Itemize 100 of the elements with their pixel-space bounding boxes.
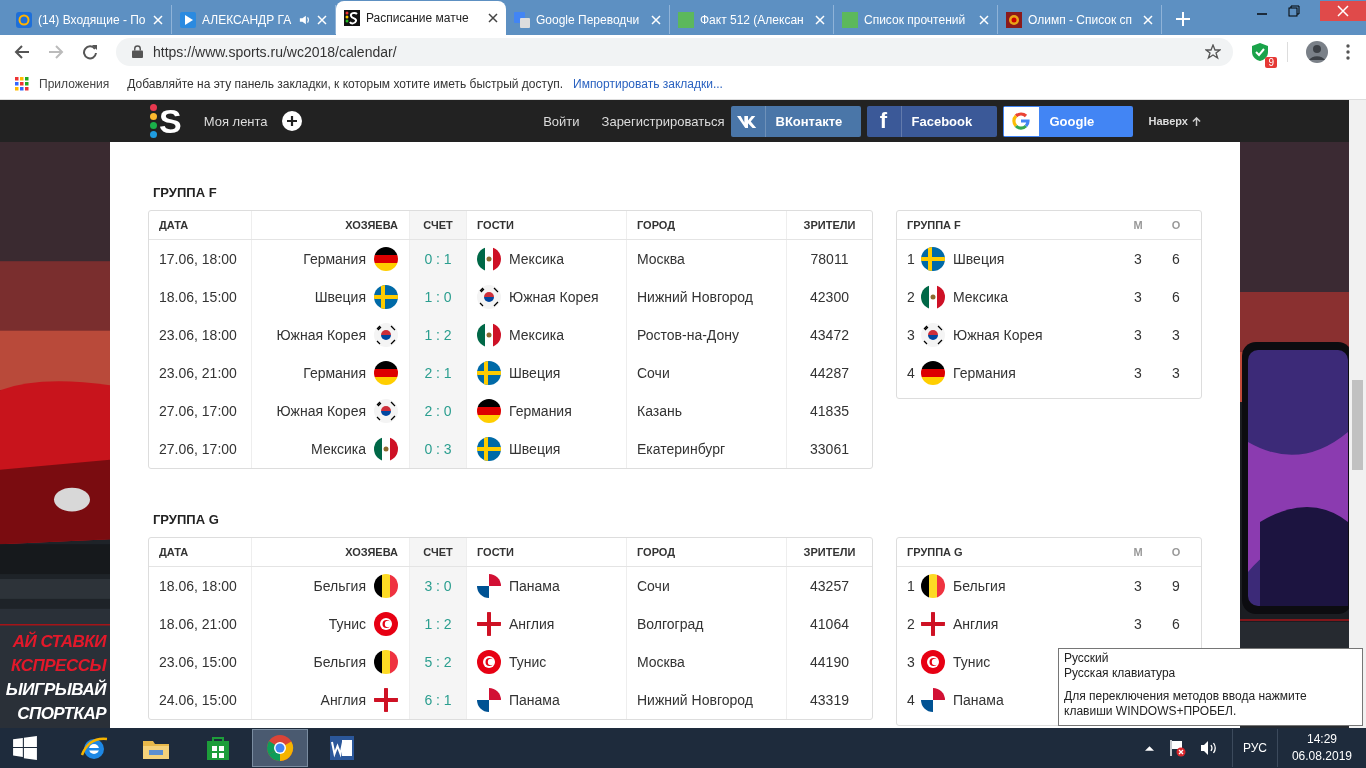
home-team[interactable]: Южная Корея <box>276 403 366 419</box>
column-header: М <box>1132 219 1144 231</box>
match-date: 18.06, 18:00 <box>149 567 252 605</box>
column-header: ГОРОД <box>627 538 787 566</box>
import-bookmarks-link[interactable]: Импортировать закладки... <box>573 76 723 91</box>
column-header: ЗРИТЕЛИ <box>802 545 857 560</box>
close-icon <box>1337 5 1349 17</box>
team-rank: 4 <box>907 692 913 708</box>
match-city: Сочи <box>627 354 787 392</box>
team-name[interactable]: Южная Корея <box>953 327 1115 343</box>
match-city: Нижний Новгород <box>627 278 787 316</box>
match-date: 18.06, 21:00 <box>149 605 252 643</box>
away-team[interactable]: Мексика <box>509 251 564 267</box>
matches-played: 3 <box>1133 327 1143 343</box>
back-icon[interactable] <box>14 43 30 60</box>
match-attendance: 33061 <box>809 440 850 459</box>
address-bar[interactable]: https://www.sports.ru/wc2018/calendar/ <box>116 37 1233 66</box>
match-date: 23.06, 15:00 <box>149 643 252 681</box>
home-team[interactable]: Германия <box>303 365 366 381</box>
home-team[interactable]: Германия <box>303 251 366 267</box>
team-name[interactable]: Бельгия <box>953 578 1115 594</box>
flag-icon <box>374 285 398 309</box>
apps-grid-icon[interactable] <box>15 76 29 91</box>
team-points: 6 <box>1171 289 1181 305</box>
away-team[interactable]: Панама <box>509 692 560 708</box>
away-team[interactable]: Германия <box>509 403 572 419</box>
matches-played: 3 <box>1133 365 1143 381</box>
flag-icon <box>374 574 398 598</box>
team-name[interactable]: Мексика <box>953 289 1115 305</box>
flag-error-icon[interactable] <box>1167 739 1186 757</box>
away-team[interactable]: Тунис <box>509 654 547 670</box>
matches-played: 3 <box>1133 289 1143 305</box>
match-date: 17.06, 18:00 <box>149 240 252 278</box>
team-rank: 3 <box>907 654 913 670</box>
plus-icon[interactable] <box>281 111 302 131</box>
browser-tab[interactable]: Расписание матче <box>336 1 506 35</box>
social-login-button[interactable]: f Facebook <box>866 105 997 137</box>
back-to-top-link[interactable]: Наверх <box>1148 115 1188 127</box>
flag-icon <box>374 247 398 271</box>
at-sign-icon <box>16 11 32 28</box>
away-team[interactable]: Англия <box>509 616 555 632</box>
social-login-button[interactable]: ВКонтакте <box>730 105 861 137</box>
away-team[interactable]: Панама <box>509 578 560 594</box>
close-icon[interactable] <box>488 13 498 23</box>
lock-icon <box>132 45 143 58</box>
star-icon[interactable] <box>1205 43 1221 60</box>
home-team[interactable]: Тунис <box>328 616 366 632</box>
home-team[interactable]: Южная Корея <box>276 327 366 343</box>
logo-icon <box>344 10 360 26</box>
home-team[interactable]: Мексика <box>311 441 366 457</box>
site-logo[interactable]: S <box>150 100 182 142</box>
shield-icon[interactable] <box>1251 41 1269 62</box>
team-rank: 2 <box>907 616 913 632</box>
team-name[interactable]: Швеция <box>953 251 1115 267</box>
square-icon <box>678 11 694 28</box>
match-attendance: 43319 <box>809 691 850 710</box>
apps-link[interactable]: Приложения <box>39 76 110 91</box>
arrow-up-icon[interactable] <box>1192 116 1201 126</box>
column-header: ГОРОД <box>627 211 787 239</box>
restore-icon[interactable] <box>1288 5 1300 17</box>
clock[interactable]: 14:29 06.08.2019 <box>1291 731 1352 765</box>
away-team[interactable]: Южная Корея <box>509 289 599 305</box>
feed-link[interactable]: Моя лента <box>203 113 268 129</box>
volume-icon[interactable] <box>1199 740 1218 756</box>
match-date: 24.06, 15:00 <box>149 681 252 719</box>
home-team[interactable]: Бельгия <box>313 654 366 670</box>
scrollbar[interactable] <box>1349 100 1366 728</box>
home-team[interactable]: Англия <box>320 692 366 708</box>
away-team[interactable]: Швеция <box>509 441 561 457</box>
bookmarks-hint: Добавляйте на эту панель закладки, к которым хотите иметь быстрый доступ. <box>127 76 563 91</box>
avatar-icon[interactable] <box>1306 40 1328 63</box>
column-header: СЧЕТ <box>410 538 467 566</box>
flag-icon <box>374 323 398 347</box>
away-team[interactable]: Мексика <box>509 327 564 343</box>
translate-icon <box>514 11 530 28</box>
register-link[interactable]: Зарегистрироваться <box>601 113 725 129</box>
social-login-button[interactable]: Google <box>1002 105 1133 137</box>
caret-up-icon[interactable] <box>1144 745 1154 751</box>
menu-icon[interactable] <box>1346 43 1350 60</box>
new-tab-icon[interactable] <box>1176 12 1190 26</box>
column-header: ГОСТИ <box>467 538 627 566</box>
column-header: ГОСТИ <box>467 211 627 239</box>
notification-badge: 9 <box>1265 56 1277 68</box>
match-date: 27.06, 17:00 <box>149 430 252 468</box>
team-name[interactable]: Англия <box>953 616 1115 632</box>
login-link[interactable]: Войти <box>543 113 580 129</box>
team-name[interactable]: Германия <box>953 365 1115 381</box>
match-date: 23.06, 18:00 <box>149 316 252 354</box>
home-team[interactable]: Швеция <box>314 289 366 305</box>
reload-icon[interactable] <box>82 43 98 60</box>
flag-icon <box>477 323 501 347</box>
clock-time: 14:29 <box>1306 731 1337 748</box>
group-title: ГРУППА F <box>153 185 218 201</box>
match-city: Ростов-на-Дону <box>627 316 787 354</box>
input-language-indicator[interactable]: РУС <box>1231 729 1278 767</box>
home-team[interactable]: Бельгия <box>313 578 366 594</box>
start-icon[interactable] <box>12 735 38 761</box>
close-window-button[interactable] <box>1320 1 1366 21</box>
match-attendance: 43472 <box>809 326 850 345</box>
away-team[interactable]: Швеция <box>509 365 561 381</box>
